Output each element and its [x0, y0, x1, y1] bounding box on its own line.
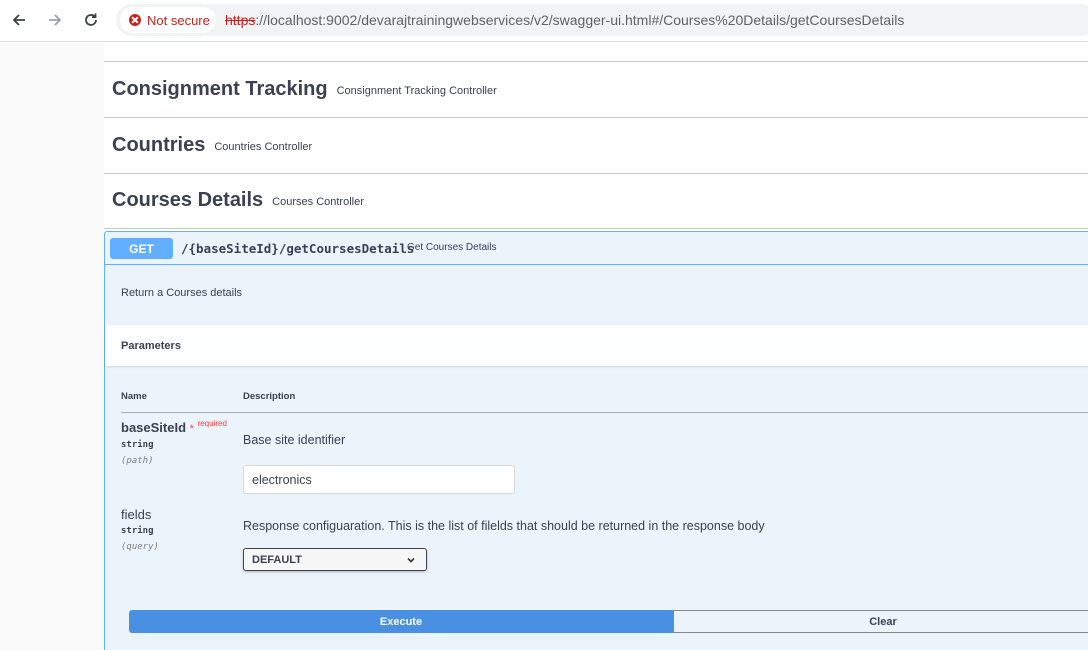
url-scheme: https: [225, 12, 256, 28]
parameters-header: Parameters: [105, 325, 1088, 366]
fields-select-value: DEFAULT: [252, 553, 302, 566]
required-label: required: [197, 419, 227, 428]
address-bar[interactable]: Not secure https://localhost:9002/devara…: [116, 4, 1088, 36]
chevron-down-icon: [407, 557, 415, 563]
tag-countries[interactable]: Countries Countries Controller: [104, 118, 1088, 174]
tag-consignment-tracking[interactable]: Consignment Tracking Consignment Trackin…: [104, 62, 1088, 118]
param-type: string: [121, 526, 154, 536]
url-text[interactable]: https://localhost:9002/devarajtrainingwe…: [225, 12, 904, 28]
operation-get-courses-details: GET /{baseSiteId}/getCoursesDetails Get …: [104, 231, 1088, 650]
tag-title: Countries: [112, 134, 206, 156]
tag-courses-details[interactable]: Courses Details Courses Controller: [104, 173, 1088, 229]
browser-toolbar: Not secure https://localhost:9002/devara…: [0, 0, 1088, 42]
param-name-text: baseSiteId: [121, 420, 187, 435]
execute-button[interactable]: Execute: [129, 610, 673, 633]
param-name-fields: fields: [121, 507, 152, 522]
operation-summary[interactable]: GET /{baseSiteId}/getCoursesDetails Get …: [105, 232, 1088, 265]
basesiteid-input[interactable]: [243, 465, 515, 494]
tag-title: Consignment Tracking: [112, 78, 328, 100]
url-rest: ://localhost:9002/devarajtrainingwebserv…: [255, 12, 905, 28]
clear-button[interactable]: Clear: [673, 610, 1088, 633]
column-header-description: Description: [243, 391, 296, 402]
column-header-name: Name: [121, 391, 147, 402]
header-divider: [121, 412, 1088, 413]
back-button[interactable]: [6, 7, 32, 33]
arrow-left-icon: [12, 14, 25, 26]
fields-select[interactable]: DEFAULT: [243, 548, 427, 571]
param-location: (query): [121, 542, 159, 552]
operation-path: /{baseSiteId}/getCoursesDetails: [181, 241, 415, 256]
tag-description: Countries Controller: [214, 141, 313, 153]
tag-description: Courses Controller: [272, 196, 364, 208]
insecure-warning-icon: [129, 14, 141, 26]
security-chip[interactable]: Not secure: [120, 7, 216, 33]
parameters-title: Parameters: [121, 339, 181, 352]
security-label: Not secure: [147, 12, 210, 28]
tag-title: Courses Details: [112, 189, 264, 211]
operation-summary-text: Get Courses Details: [407, 242, 497, 253]
swagger-content: Consignment Tracking Consignment Trackin…: [104, 43, 1088, 650]
operation-description: Return a Courses details: [121, 287, 243, 299]
page-background: Consignment Tracking Consignment Trackin…: [0, 43, 1088, 650]
param-location: (path): [121, 456, 154, 466]
param-name-basesiteid: baseSiteId * required: [121, 419, 227, 435]
reload-button[interactable]: [78, 7, 104, 33]
param-type: string: [121, 440, 154, 450]
tag-description: Consignment Tracking Controller: [336, 85, 497, 97]
required-star: *: [189, 423, 194, 435]
reload-icon: [85, 13, 97, 26]
method-badge: GET: [110, 238, 173, 259]
param-description: Response configuaration. This is the lis…: [243, 519, 765, 533]
arrow-right-icon: [49, 14, 62, 26]
forward-button[interactable]: [42, 7, 68, 33]
param-description: Base site identifier: [243, 433, 346, 447]
